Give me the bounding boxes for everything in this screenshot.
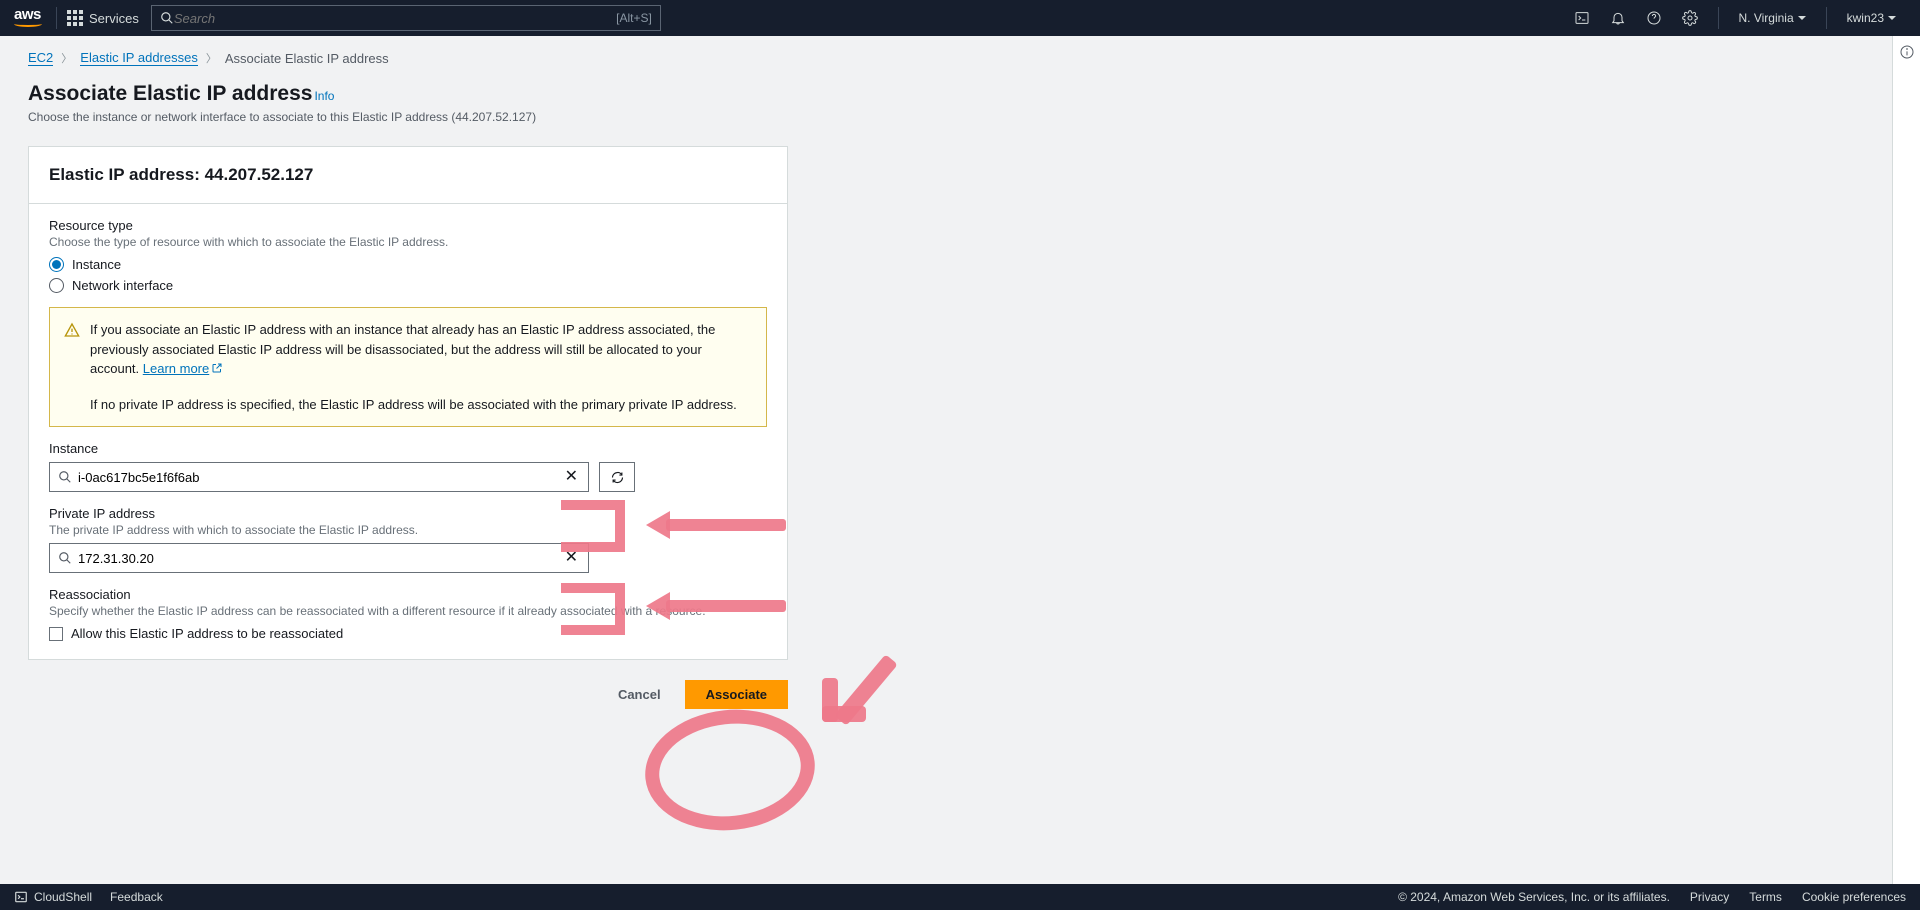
help-icon[interactable] [1636,0,1672,36]
cloudshell-button[interactable]: CloudShell [14,890,92,904]
notifications-icon[interactable] [1600,0,1636,36]
reassociation-label: Reassociation [49,587,767,602]
refresh-button[interactable] [599,462,635,492]
footer: CloudShell Feedback © 2024, Amazon Web S… [0,884,1920,910]
cloudshell-icon[interactable] [1564,0,1600,36]
copyright: © 2024, Amazon Web Services, Inc. or its… [1398,890,1670,904]
private-ip-field[interactable] [78,551,563,566]
instance-input[interactable]: ✕ [49,462,589,492]
clear-icon[interactable]: ✕ [563,550,580,566]
services-label: Services [89,11,139,26]
feedback-link[interactable]: Feedback [110,890,163,904]
action-bar: Cancel Associate [28,680,788,709]
main-content: EC2 〉 Elastic IP addresses 〉 Associate E… [0,36,1892,884]
info-icon [1899,44,1915,60]
region-selector[interactable]: N. Virginia [1729,11,1816,25]
private-ip-input[interactable]: ✕ [49,543,589,573]
warning-alert: If you associate an Elastic IP address w… [49,307,767,427]
chevron-down-icon [1888,16,1896,20]
aws-logo[interactable]: aws [14,10,42,27]
page-title: Associate Elastic IP address [28,82,312,105]
search-icon [58,551,72,565]
resource-type-label: Resource type [49,218,767,233]
info-link[interactable]: Info [314,89,334,103]
services-button[interactable]: Services [67,10,139,26]
account-menu[interactable]: kwin23 [1837,11,1906,25]
checkbox-icon [49,627,63,641]
clear-icon[interactable]: ✕ [563,469,580,485]
privacy-link[interactable]: Privacy [1690,890,1729,904]
terms-link[interactable]: Terms [1749,890,1782,904]
search-icon [160,11,174,25]
panel-header: Elastic IP address: 44.207.52.127 [29,147,787,204]
divider [1826,7,1827,29]
instance-label: Instance [49,441,767,456]
instance-field[interactable] [78,470,563,485]
alert-text-2: If no private IP address is specified, t… [90,395,752,415]
breadcrumb: EC2 〉 Elastic IP addresses 〉 Associate E… [28,50,1864,66]
breadcrumb-ec2[interactable]: EC2 [28,50,53,66]
panel: Elastic IP address: 44.207.52.127 Resour… [28,146,788,660]
search-box[interactable]: [Alt+S] [151,5,661,31]
reassociation-hint: Specify whether the Elastic IP address c… [49,604,767,618]
page-description: Choose the instance or network interface… [28,110,1864,124]
top-nav: aws Services [Alt+S] N. Virginia kwin23 [0,0,1920,36]
private-ip-label: Private IP address [49,506,767,521]
chevron-right-icon: 〉 [61,50,72,66]
search-hint: [Alt+S] [616,11,652,25]
radio-instance[interactable]: Instance [49,257,767,272]
checkbox-label: Allow this Elastic IP address to be reas… [71,626,343,641]
radio-label: Network interface [72,278,173,293]
warning-icon [64,322,80,414]
radio-label: Instance [72,257,121,272]
search-input[interactable] [174,11,616,26]
chevron-right-icon: 〉 [206,50,217,66]
learn-more-link[interactable]: Learn more [143,361,223,376]
cancel-button[interactable]: Cancel [608,681,671,708]
external-link-icon [211,362,223,374]
divider [56,7,57,29]
radio-icon [49,278,64,293]
breadcrumb-eip[interactable]: Elastic IP addresses [80,50,198,66]
associate-button[interactable]: Associate [685,680,788,709]
help-panel-toggle[interactable] [1892,36,1920,884]
search-icon [58,470,72,484]
reassociation-checkbox-row[interactable]: Allow this Elastic IP address to be reas… [49,626,767,641]
divider [1718,7,1719,29]
cookie-link[interactable]: Cookie preferences [1802,890,1906,904]
grid-icon [67,10,83,26]
settings-icon[interactable] [1672,0,1708,36]
resource-type-hint: Choose the type of resource with which t… [49,235,767,249]
radio-icon [49,257,64,272]
private-ip-hint: The private IP address with which to ass… [49,523,767,537]
breadcrumb-current: Associate Elastic IP address [225,51,389,66]
radio-network-interface[interactable]: Network interface [49,278,767,293]
chevron-down-icon [1798,16,1806,20]
